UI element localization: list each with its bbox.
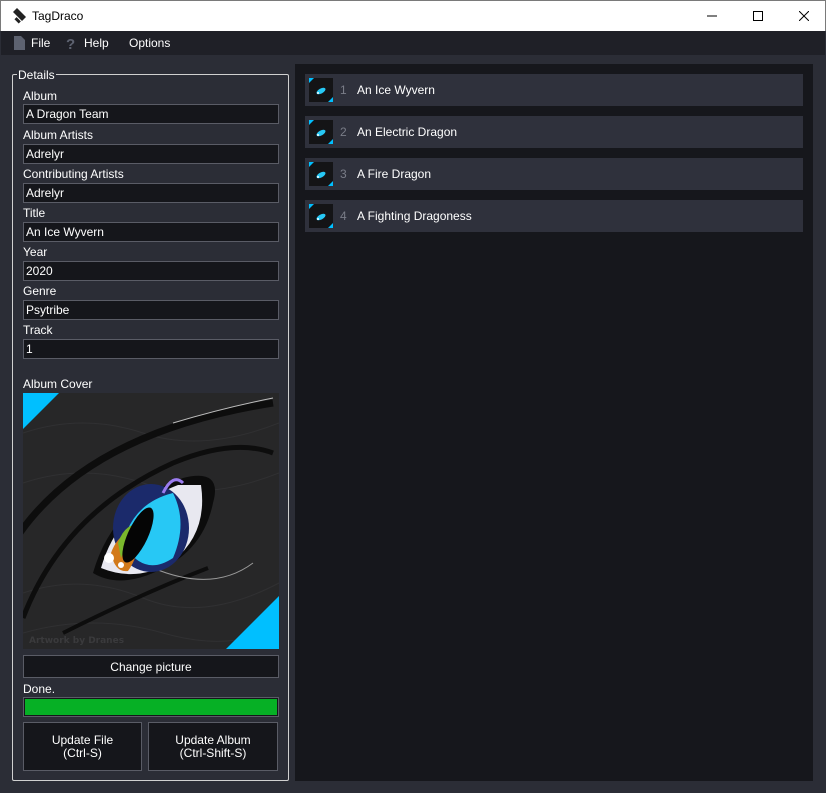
menu-options-label: Options [129,36,171,50]
album-artists-label: Album Artists [23,128,94,142]
close-button[interactable] [781,1,826,31]
track-title: A Fighting Dragoness [357,209,472,223]
progress-bar [23,697,279,717]
contributing-artists-label: Contributing Artists [23,167,124,181]
track-row[interactable]: 3 A Fire Dragon [305,158,803,190]
genre-label: Genre [23,284,57,298]
maximize-icon [753,11,763,21]
svg-text:?: ? [66,36,75,50]
track-number: 2 [340,125,347,139]
track-title: A Fire Dragon [357,167,432,181]
close-icon [799,11,809,21]
update-file-button[interactable]: Update File (Ctrl-S) [23,722,142,771]
track-number: 3 [340,167,347,181]
progress-fill [25,699,277,715]
maximize-button[interactable] [735,1,781,31]
status-text: Done. [23,682,56,696]
album-artists-input[interactable] [23,144,279,164]
track-number: 1 [340,83,347,97]
title-bar: TagDraco [0,0,826,31]
album-cover-image[interactable]: Artwork by Dranes [23,393,279,649]
track-thumbnail [309,120,333,144]
question-icon: ? [66,36,75,50]
track-thumbnail [309,204,333,228]
track-row[interactable]: 4 A Fighting Dragoness [305,200,803,232]
menu-help-label: Help [84,36,109,50]
change-picture-button[interactable]: Change picture [23,655,279,678]
update-file-label: Update File [51,732,114,747]
genre-input[interactable] [23,300,279,320]
cover-watermark: Artwork by Dranes [29,636,124,646]
file-icon [14,36,25,50]
year-input[interactable] [23,261,279,281]
update-album-label: Update Album [175,732,251,747]
track-thumbnail [309,162,333,186]
update-album-button[interactable]: Update Album (Ctrl-Shift-S) [148,722,278,771]
track-number: 4 [340,209,347,223]
title-input[interactable] [23,222,279,242]
track-list[interactable]: 1 An Ice Wyvern 2 An Electric Dragon 3 A… [295,64,813,781]
update-album-shortcut: (Ctrl-Shift-S) [179,745,247,760]
menu-help[interactable]: ? Help [66,31,109,55]
menu-file[interactable]: File [14,31,50,55]
track-input[interactable] [23,339,279,359]
menu-options[interactable]: Options [129,31,170,55]
album-input[interactable] [23,104,279,124]
menu-bar: File ? Help Options [1,31,825,55]
track-thumbnail [309,78,333,102]
track-row[interactable]: 2 An Electric Dragon [305,116,803,148]
minimize-button[interactable] [689,1,735,31]
contributing-artists-input[interactable] [23,183,279,203]
year-label: Year [23,245,48,259]
title-label: Title [23,206,46,220]
menu-file-label: File [31,36,51,50]
minimize-icon [707,15,717,17]
update-file-shortcut: (Ctrl-S) [63,745,102,760]
track-title: An Ice Wyvern [357,83,435,97]
album-label: Album [23,89,58,103]
window-title: TagDraco [32,9,84,23]
details-legend: Details [17,68,56,82]
track-row[interactable]: 1 An Ice Wyvern [305,74,803,106]
album-cover-label: Album Cover [23,377,93,391]
track-title: An Electric Dragon [357,125,458,139]
track-label: Track [23,323,53,337]
tag-icon [11,8,27,24]
